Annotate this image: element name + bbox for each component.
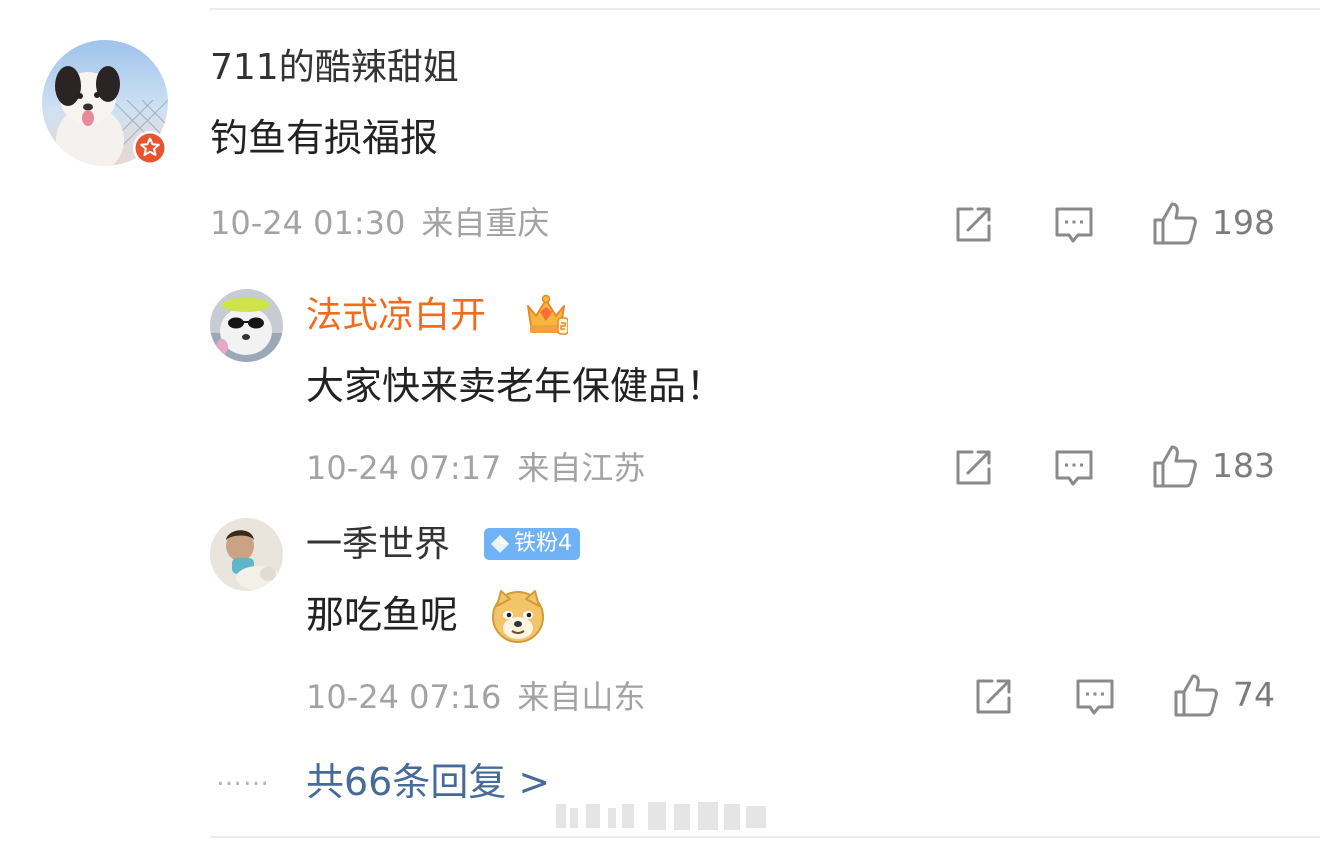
comment-text: 钓鱼有损福报 xyxy=(210,116,439,160)
reply-date: 10-24 07:17 xyxy=(306,449,502,487)
reply-meta: 10-24 07:16 来自山东 xyxy=(306,677,645,717)
comment-location: 来自重庆 xyxy=(421,204,550,242)
comment-button[interactable] xyxy=(1053,204,1095,246)
watermark xyxy=(552,798,772,834)
share-button[interactable] xyxy=(952,204,994,246)
like-count: 198 xyxy=(1212,203,1275,242)
share-button[interactable] xyxy=(972,676,1014,718)
share-icon xyxy=(976,679,1011,714)
thumbs-up-icon xyxy=(1153,202,1197,245)
reply-avatar[interactable] xyxy=(210,518,283,591)
like-count: 183 xyxy=(1212,446,1275,485)
comment-username[interactable]: 711的酷辣甜姐 xyxy=(210,46,459,90)
reply-text: 那吃鱼呢 xyxy=(306,591,458,639)
fan-badge-label: 铁粉4 xyxy=(514,531,572,556)
like-count: 74 xyxy=(1233,675,1275,714)
verified-badge-icon xyxy=(132,130,168,166)
comment-icon xyxy=(1055,207,1093,243)
comment-icon xyxy=(1076,679,1114,715)
like-button[interactable]: 183 xyxy=(1152,443,1275,489)
share-icon xyxy=(956,207,991,242)
comment-meta: 10-24 01:30 来自重庆 xyxy=(210,203,549,243)
thumbs-up-icon xyxy=(1153,445,1197,488)
reply-avatar[interactable] xyxy=(210,289,283,362)
diamond-icon xyxy=(491,535,509,553)
comment-icon xyxy=(1055,450,1093,486)
reply-location: 来自江苏 xyxy=(517,449,646,487)
bottom-divider xyxy=(210,836,1320,838)
reply-text: 大家快来卖老年保健品！ xyxy=(306,364,725,408)
reply-username[interactable]: 一季世界 xyxy=(306,523,450,567)
fan-badge: 铁粉4 xyxy=(484,528,580,560)
reply-location: 来自山东 xyxy=(517,678,646,716)
reply-date: 10-24 07:16 xyxy=(306,678,502,716)
share-icon xyxy=(956,450,991,485)
top-divider xyxy=(210,8,1320,10)
doge-emoji-icon xyxy=(490,588,546,644)
reply-username[interactable]: 法式凉白开 xyxy=(306,294,486,338)
share-button[interactable] xyxy=(952,447,994,489)
comment-button[interactable] xyxy=(1053,447,1095,489)
comment-button[interactable] xyxy=(1074,676,1116,718)
like-button[interactable]: 74 xyxy=(1173,672,1275,718)
reply-text-content: 那吃鱼呢 xyxy=(306,593,459,637)
like-button[interactable]: 198 xyxy=(1152,200,1275,246)
reply-meta: 10-24 07:17 来自江苏 xyxy=(306,448,645,488)
more-replies-link[interactable]: 共66条回复 > xyxy=(306,758,550,806)
vip-crown-icon xyxy=(524,294,569,336)
thumbs-up-icon xyxy=(1174,674,1218,717)
more-replies-dots: …… xyxy=(216,762,270,792)
comment-date: 10-24 01:30 xyxy=(210,204,406,242)
